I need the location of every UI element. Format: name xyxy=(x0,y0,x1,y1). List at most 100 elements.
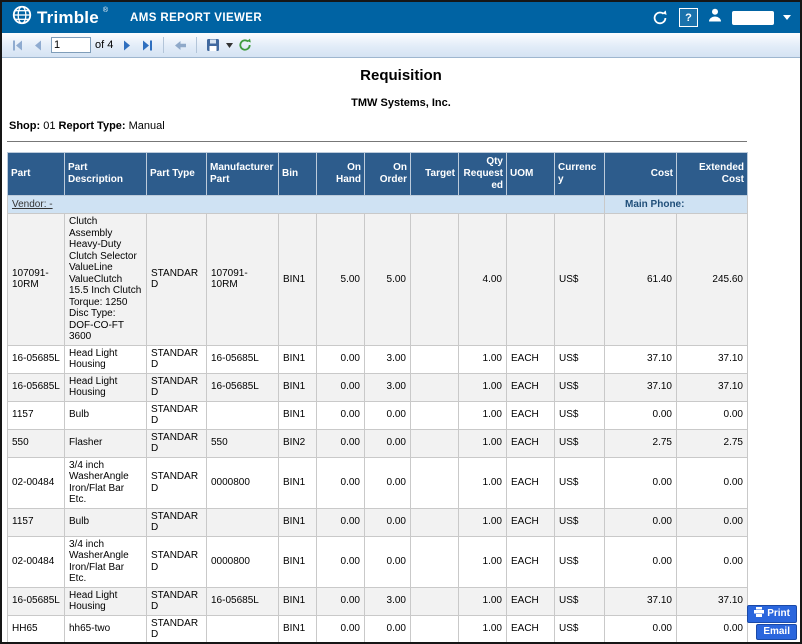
cell-on-order: 3.00 xyxy=(365,373,411,401)
cell-qty-requested: 1.00 xyxy=(459,457,507,508)
cell-qty-requested: 1.00 xyxy=(459,401,507,429)
col-header-bin: Bin xyxy=(279,153,317,196)
cell-on-order: 5.00 xyxy=(365,214,411,346)
cell-target xyxy=(411,457,459,508)
cell-qty-requested: 1.00 xyxy=(459,587,507,615)
cell-bin: BIN1 xyxy=(279,615,317,642)
cell-part: HH65 xyxy=(8,615,65,642)
table-row: 550FlasherSTANDARD550BIN20.000.001.00EAC… xyxy=(8,429,748,457)
cell-qty-requested: 1.00 xyxy=(459,429,507,457)
cell-qty-requested: 1.00 xyxy=(459,615,507,642)
app-window: Trimble ® AMS REPORT VIEWER ? xyxy=(0,0,802,644)
first-page-button[interactable] xyxy=(8,35,28,55)
cell-target xyxy=(411,373,459,401)
user-icon[interactable] xyxy=(707,7,723,28)
table-row: 1157BulbSTANDARDBIN10.000.001.00EACHUS$0… xyxy=(8,401,748,429)
col-header-part-type: Part Type xyxy=(147,153,207,196)
cell-part-type: STANDARD xyxy=(147,457,207,508)
cell-part-type: STANDARD xyxy=(147,536,207,587)
cell-manufacturer-part: 16-05685L xyxy=(207,373,279,401)
cell-extended-cost: 37.10 xyxy=(677,373,748,401)
back-to-parent-button[interactable] xyxy=(170,35,190,55)
print-button[interactable]: Print xyxy=(747,605,797,623)
cell-extended-cost: 0.00 xyxy=(677,457,748,508)
cell-bin: BIN2 xyxy=(279,429,317,457)
report-area[interactable]: Requisition TMW Systems, Inc. Shop: 01 R… xyxy=(2,58,800,642)
cell-target xyxy=(411,508,459,536)
cell-on-order: 0.00 xyxy=(365,401,411,429)
cell-description: Flasher xyxy=(65,429,147,457)
cell-currency: US$ xyxy=(555,536,605,587)
printer-icon xyxy=(754,607,764,621)
last-page-button[interactable] xyxy=(137,35,157,55)
cell-description: Head Light Housing xyxy=(65,587,147,615)
cell-uom xyxy=(507,214,555,346)
cell-extended-cost: 2.75 xyxy=(677,429,748,457)
cell-uom: EACH xyxy=(507,373,555,401)
cell-bin: BIN1 xyxy=(279,536,317,587)
print-button-label: Print xyxy=(767,608,790,620)
header-divider xyxy=(7,141,747,142)
sync-icon[interactable] xyxy=(650,8,670,28)
email-button[interactable]: Email xyxy=(756,624,797,640)
table-header-row: Part Part Description Part Type Manufact… xyxy=(8,153,748,196)
cell-description: Head Light Housing xyxy=(65,373,147,401)
cell-on-order: 3.00 xyxy=(365,345,411,373)
cell-manufacturer-part xyxy=(207,508,279,536)
cell-qty-requested: 1.00 xyxy=(459,536,507,587)
cell-description: hh65-two xyxy=(65,615,147,642)
cell-part-type: STANDARD xyxy=(147,214,207,346)
cell-cost: 61.40 xyxy=(605,214,677,346)
user-menu-box[interactable] xyxy=(732,11,774,25)
shop-label: Shop: xyxy=(9,120,40,132)
cell-currency: US$ xyxy=(555,615,605,642)
cell-part: 1157 xyxy=(8,508,65,536)
app-header: Trimble ® AMS REPORT VIEWER ? xyxy=(2,2,800,33)
cell-extended-cost: 37.10 xyxy=(677,587,748,615)
cell-manufacturer-part: 16-05685L xyxy=(207,345,279,373)
next-page-button[interactable] xyxy=(117,35,137,55)
vendor-link[interactable]: Vendor: - xyxy=(12,199,53,210)
action-buttons: Print Email xyxy=(747,605,797,640)
user-menu-caret-icon[interactable] xyxy=(783,15,791,20)
cell-part: 550 xyxy=(8,429,65,457)
cell-manufacturer-part: 0000800 xyxy=(207,536,279,587)
cell-manufacturer-part xyxy=(207,615,279,642)
cell-on-hand: 0.00 xyxy=(317,536,365,587)
cell-part: 16-05685L xyxy=(8,587,65,615)
cell-on-hand: 0.00 xyxy=(317,401,365,429)
cell-bin: BIN1 xyxy=(279,401,317,429)
cell-target xyxy=(411,214,459,346)
cell-description: Bulb xyxy=(65,508,147,536)
cell-description: Clutch Assembly Heavy-Duty Clutch Select… xyxy=(65,214,147,346)
table-row: 02-004843/4 inch WasherAngle Iron/Flat B… xyxy=(8,536,748,587)
cell-part: 1157 xyxy=(8,401,65,429)
refresh-button[interactable] xyxy=(235,35,255,55)
vendor-group-row: Vendor: - Main Phone: xyxy=(8,196,748,214)
page-number-input[interactable] xyxy=(51,37,91,53)
cell-bin: BIN1 xyxy=(279,373,317,401)
col-header-manufacturer-part: Manufacturer Part xyxy=(207,153,279,196)
cell-extended-cost: 37.10 xyxy=(677,345,748,373)
table-row: HH65hh65-twoSTANDARDBIN10.000.001.00EACH… xyxy=(8,615,748,642)
table-row: 107091-10RMClutch Assembly Heavy-Duty Cl… xyxy=(8,214,748,346)
trimble-globe-icon xyxy=(11,4,33,31)
previous-page-button[interactable] xyxy=(28,35,48,55)
cell-cost: 0.00 xyxy=(605,615,677,642)
cell-part-type: STANDARD xyxy=(147,401,207,429)
email-button-label: Email xyxy=(763,626,790,638)
export-save-button[interactable] xyxy=(203,35,223,55)
cell-qty-requested: 1.00 xyxy=(459,508,507,536)
cell-on-order: 0.00 xyxy=(365,429,411,457)
toolbar-separator xyxy=(196,37,197,53)
cell-description: 3/4 inch WasherAngle Iron/Flat Bar Etc. xyxy=(65,457,147,508)
cell-on-order: 0.00 xyxy=(365,536,411,587)
cell-manufacturer-part: 0000800 xyxy=(207,457,279,508)
col-header-extended-cost: Extended Cost xyxy=(677,153,748,196)
cell-on-hand: 0.00 xyxy=(317,615,365,642)
report-table-body: Vendor: - Main Phone: 107091-10RMClutch … xyxy=(8,196,748,643)
cell-qty-requested: 4.00 xyxy=(459,214,507,346)
export-dropdown-caret-icon[interactable] xyxy=(223,35,235,55)
help-button[interactable]: ? xyxy=(679,8,698,27)
cell-on-hand: 0.00 xyxy=(317,373,365,401)
